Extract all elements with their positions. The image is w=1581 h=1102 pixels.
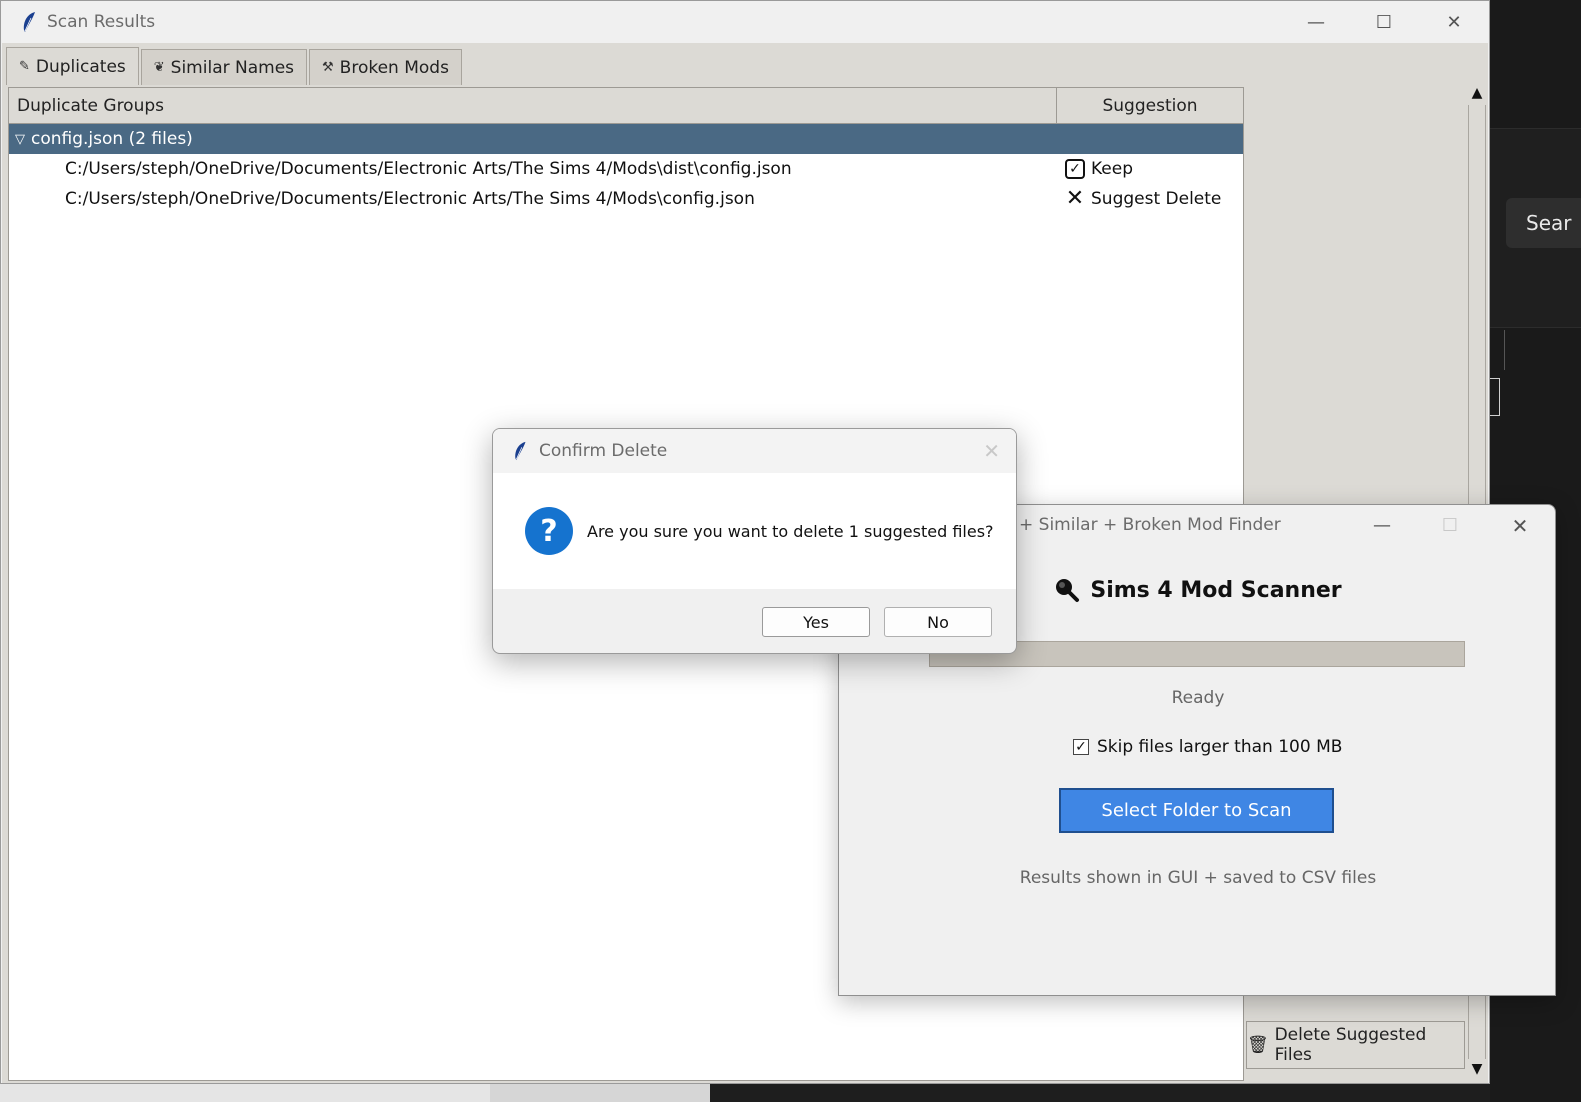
dialog-title-bar[interactable]: Confirm Delete bbox=[493, 429, 1016, 473]
tab-bar: ✎ Duplicates ❦ Similar Names ⚒ Broken Mo… bbox=[6, 47, 464, 85]
checkbox-icon: ✓ bbox=[1065, 159, 1085, 179]
maximize-icon: ☐ bbox=[1375, 11, 1393, 33]
select-folder-button[interactable]: Select Folder to Scan bbox=[1059, 788, 1334, 833]
minimize-button[interactable]: — bbox=[1281, 1, 1351, 43]
tab-label: Broken Mods bbox=[339, 57, 449, 78]
feather-icon: ✎ bbox=[19, 59, 30, 74]
magnifier-icon bbox=[1056, 579, 1080, 602]
minimize-icon: — bbox=[1307, 11, 1325, 33]
tree-group-row[interactable]: ▽ config.json (2 files) bbox=[9, 124, 1243, 154]
delete-suggested-files-button[interactable]: 🗑 Delete Suggested Files bbox=[1246, 1021, 1465, 1069]
background-search-button[interactable]: Sear bbox=[1506, 198, 1581, 248]
tree-row[interactable]: C:/Users/steph/OneDrive/Documents/Electr… bbox=[9, 154, 1243, 184]
suggestion-label: Keep bbox=[1091, 159, 1134, 179]
confirm-delete-dialog: Confirm Delete ✕ ? Are you sure you want… bbox=[492, 428, 1017, 654]
close-icon: ✕ bbox=[1446, 11, 1462, 33]
taskbar-segment bbox=[0, 1082, 490, 1102]
background-divider bbox=[1504, 330, 1505, 370]
taskbar-strip bbox=[0, 1082, 1490, 1102]
trash-icon: 🗑 bbox=[1247, 1035, 1269, 1055]
checkbox-icon[interactable]: ✓ bbox=[1073, 739, 1089, 755]
tree-header: Duplicate Groups Suggestion bbox=[9, 88, 1243, 124]
question-icon: ? bbox=[525, 507, 573, 555]
delete-button-label: Delete Suggested Files bbox=[1274, 1025, 1427, 1065]
column-header-suggestion[interactable]: Suggestion bbox=[1057, 88, 1243, 123]
suggestion-label: Suggest Delete bbox=[1091, 189, 1222, 209]
dialog-message: Are you sure you want to delete 1 sugges… bbox=[587, 521, 994, 541]
skip-label: Skip files larger than 100 MB bbox=[1097, 737, 1343, 757]
tree-row[interactable]: C:/Users/steph/OneDrive/Documents/Electr… bbox=[9, 184, 1243, 214]
maximize-button[interactable]: ☐ bbox=[1349, 1, 1419, 43]
scanner-maximize-button: ☐ bbox=[1427, 511, 1473, 541]
close-icon: ✕ bbox=[1511, 514, 1529, 538]
column-header-groups[interactable]: Duplicate Groups bbox=[9, 88, 1057, 123]
file-path: C:/Users/steph/OneDrive/Documents/Electr… bbox=[65, 189, 755, 209]
scanner-minimize-button[interactable]: — bbox=[1359, 511, 1405, 541]
scanner-window-title: + Similar + Broken Mod Finder bbox=[1019, 515, 1281, 535]
yes-button[interactable]: Yes bbox=[762, 607, 870, 637]
dialog-title: Confirm Delete bbox=[539, 441, 668, 461]
dialog-body: ? Are you sure you want to delete 1 sugg… bbox=[493, 473, 1016, 589]
feather-icon bbox=[23, 12, 35, 32]
close-icon: ✕ bbox=[983, 439, 1000, 463]
feather-icon bbox=[515, 441, 526, 461]
expand-triangle-icon[interactable]: ▽ bbox=[15, 132, 25, 147]
group-label: config.json (2 files) bbox=[31, 129, 193, 149]
app-heading-text: Sims 4 Mod Scanner bbox=[1090, 577, 1342, 603]
dialog-buttons: Yes No bbox=[493, 589, 1016, 653]
results-note: Results shown in GUI + saved to CSV file… bbox=[1019, 868, 1377, 888]
leaf-icon: ❦ bbox=[153, 60, 165, 75]
status-label: Ready bbox=[1171, 688, 1225, 708]
no-button[interactable]: No bbox=[884, 607, 992, 637]
taskbar-segment bbox=[490, 1082, 710, 1102]
tab-broken-mods[interactable]: ⚒ Broken Mods bbox=[309, 49, 462, 85]
tab-similar-names[interactable]: ❦ Similar Names bbox=[140, 49, 308, 85]
scroll-up-icon[interactable]: ▲ bbox=[1466, 85, 1488, 105]
title-bar[interactable]: Scan Results — ☐ ✕ bbox=[1, 1, 1489, 43]
scanner-close-button[interactable]: ✕ bbox=[1497, 511, 1543, 541]
skip-large-files-checkbox[interactable]: ✓ Skip files larger than 100 MB bbox=[1073, 737, 1342, 757]
tools-icon: ⚒ bbox=[322, 60, 334, 75]
window-title: Scan Results bbox=[47, 12, 156, 32]
close-button[interactable]: ✕ bbox=[1419, 1, 1489, 43]
tab-label: Duplicates bbox=[35, 56, 126, 77]
scroll-down-icon[interactable]: ▼ bbox=[1466, 1061, 1488, 1081]
x-icon: ✕ bbox=[1065, 186, 1085, 211]
tab-label: Similar Names bbox=[170, 57, 295, 78]
minimize-icon: — bbox=[1373, 515, 1391, 536]
maximize-icon: ☐ bbox=[1441, 515, 1459, 536]
file-path: C:/Users/steph/OneDrive/Documents/Electr… bbox=[65, 159, 792, 179]
tab-duplicates[interactable]: ✎ Duplicates bbox=[6, 47, 139, 85]
